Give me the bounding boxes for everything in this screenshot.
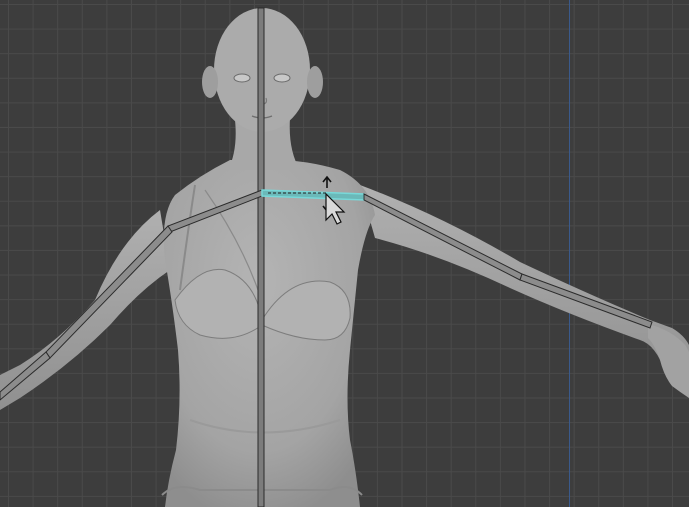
mesh-ear-right: [202, 66, 218, 98]
mesh-hand-left: [648, 324, 689, 398]
bone-spine: [257, 7, 265, 507]
mesh-eye-left: [273, 73, 291, 83]
mesh-ear-left: [307, 66, 323, 98]
bone-upper-arm-right: [45, 225, 173, 359]
mesh-eye-right: [233, 73, 251, 83]
3d-viewport[interactable]: [0, 0, 689, 507]
character-mesh[interactable]: [0, 8, 689, 507]
mesh-arm-right: [0, 210, 170, 410]
viewport-scene: [0, 7, 689, 507]
